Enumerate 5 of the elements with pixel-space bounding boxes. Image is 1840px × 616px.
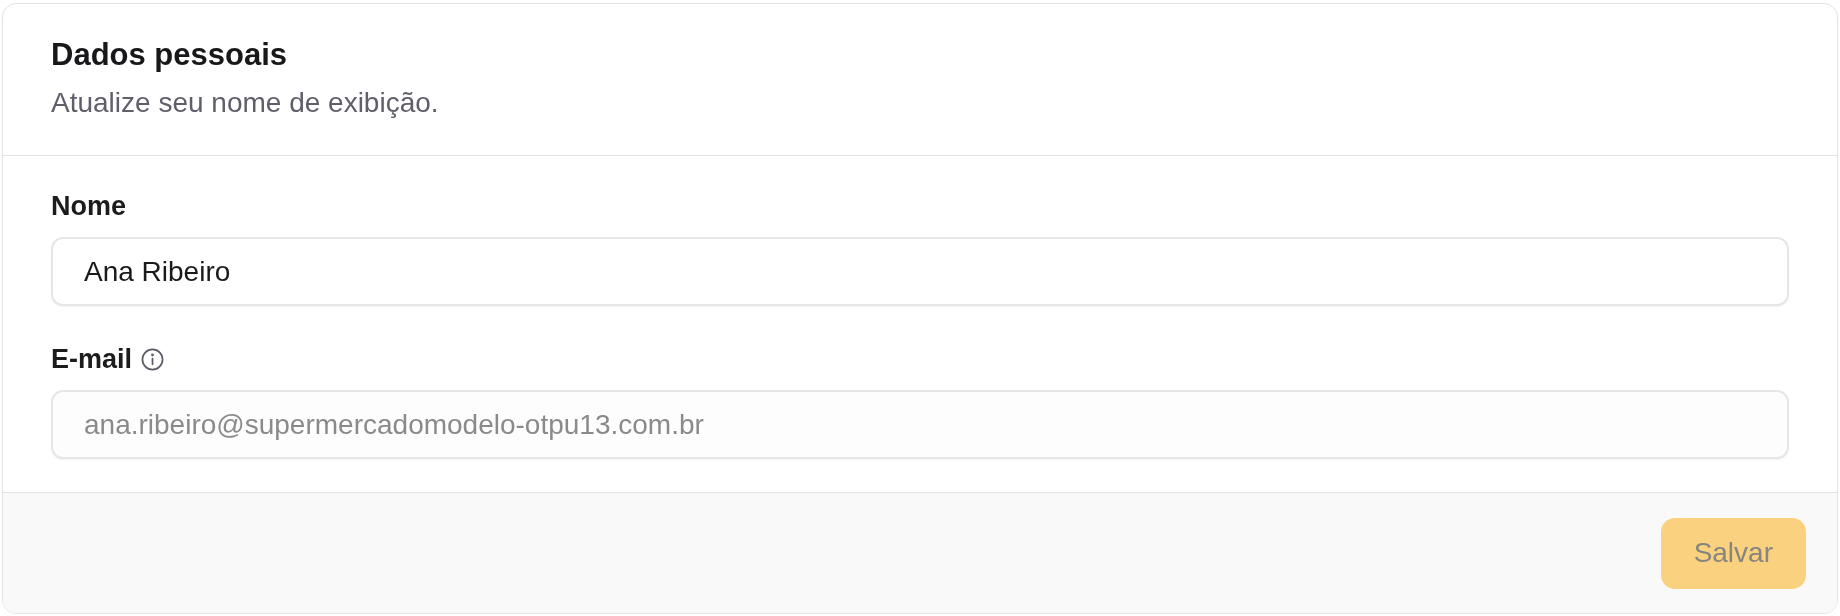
card-title: Dados pessoais bbox=[51, 37, 288, 73]
name-field[interactable]: Ana Ribeiro bbox=[51, 237, 1789, 306]
field-label: Nome bbox=[51, 190, 126, 222]
card-description: Atualize seu nome de exibição. bbox=[51, 86, 439, 120]
field-label: E-mail bbox=[51, 343, 133, 375]
